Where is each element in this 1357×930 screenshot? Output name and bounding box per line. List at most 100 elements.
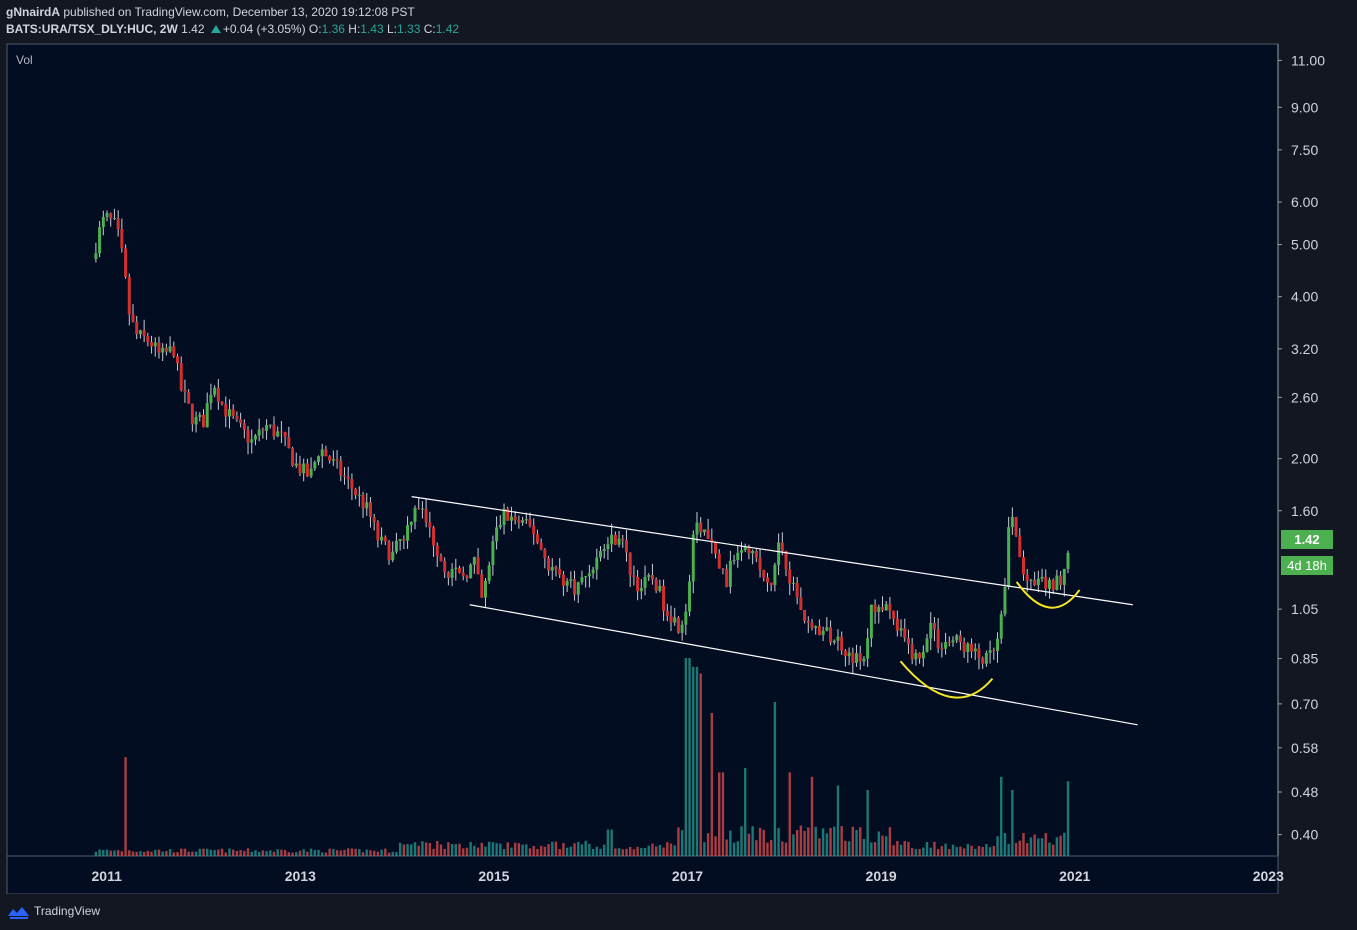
price-tick-label: 11.00 [1291,52,1325,68]
volume-bar [328,848,331,856]
candle-body [168,346,172,352]
candle-body [829,627,833,643]
volume-bar [220,848,224,856]
candle-body [350,479,354,489]
candle-body [569,579,573,581]
volume-bar [384,848,387,856]
volume-bar [525,844,528,856]
volume-bar [981,846,984,856]
candle-body [736,552,740,560]
volume-bar [543,846,547,856]
candle-body [880,607,884,611]
candle-body [1036,578,1040,586]
volume-bar [350,848,354,856]
tradingview-logo-icon[interactable] [7,904,31,920]
volume-bar [302,849,305,856]
candle-body [940,648,944,650]
candle-body [521,520,525,523]
volume-bar [465,847,469,856]
candle-body [205,403,209,428]
candle-body [1047,579,1051,589]
volume-bar [1048,842,1051,856]
candle-body [268,424,272,426]
price-tick-label: 6.00 [1291,194,1318,210]
candle-body [636,577,640,592]
candle-body [769,582,773,586]
volume-bar [673,845,676,856]
candle-body [98,227,102,254]
volume-bar [621,849,624,856]
volume-bar [862,838,866,856]
brand-name[interactable]: TradingView [34,904,100,918]
volume-bar [569,846,573,856]
candle-body [1003,587,1007,615]
candle-body [320,449,324,457]
volume-bar [187,851,190,856]
volume-bar [458,843,461,856]
candle-body [910,644,914,660]
volume-bar [684,658,688,856]
candle-body [758,557,762,570]
candle-body [524,519,528,521]
volume-bar [988,847,992,856]
volume-bar [851,826,855,856]
volume-bar [628,846,632,856]
volume-bar [747,833,751,856]
candle-body [513,516,517,520]
volume-bar [324,852,328,856]
candle-body [966,643,970,653]
volume-bar [224,852,227,856]
candle-body [265,425,269,431]
volume-bar [866,790,869,856]
volume-bar [347,848,350,856]
volume-bar [131,851,135,856]
volume-bar [692,666,695,856]
volume-bar [710,713,714,856]
candle-body [676,617,680,633]
volume-bar [462,848,465,856]
volume-bar [736,841,739,856]
candle-body [1018,535,1022,558]
volume-bar [833,826,836,856]
candle-body [777,542,781,565]
price-axis-labels[interactable]: 11.00 9.00 7.50 6.00 5.00 4.00 3.20 2.60 2.00 1.6… [1278,52,1325,843]
volume-bar [402,844,406,856]
candle-body [732,559,736,561]
volume-bar [873,842,877,856]
volume-bar [257,851,261,856]
volume-bar [788,772,791,856]
volume-bar [951,844,955,856]
candle-body [595,557,599,570]
volume-bar [666,842,669,856]
volume-bar [250,851,253,856]
volume-bar [484,846,487,856]
volume-bar [369,850,372,856]
candle-body [198,414,202,418]
price-tick-label: 9.00 [1291,99,1318,115]
volume-bar [539,845,543,856]
time-tick-label: 2021 [1059,868,1090,884]
candle-body [936,629,940,649]
candle-body [992,650,996,652]
plot-area[interactable] [7,44,1278,856]
price-chart[interactable]: 11.00 9.00 7.50 6.00 5.00 4.00 3.20 2.60 2.00 1.6… [0,0,1357,930]
candle-body [821,630,825,635]
volume-bar [198,848,201,856]
candle-body [1010,516,1014,528]
volume-bar [306,851,309,856]
candle-body [135,321,139,335]
candle-body [417,508,421,510]
candle-body [665,611,669,616]
volume-bar [313,850,317,856]
candle-body [825,627,829,631]
volume-bar [321,852,324,856]
volume-bar [517,843,521,856]
candle-body [161,347,165,353]
volume-bar [172,852,176,856]
volume-indicator-label[interactable]: Vol [16,53,33,67]
candle-body [257,429,261,436]
volume-bar [795,830,799,856]
volume-bar [202,848,205,856]
candle-body [888,604,892,611]
volume-bar [283,850,287,856]
